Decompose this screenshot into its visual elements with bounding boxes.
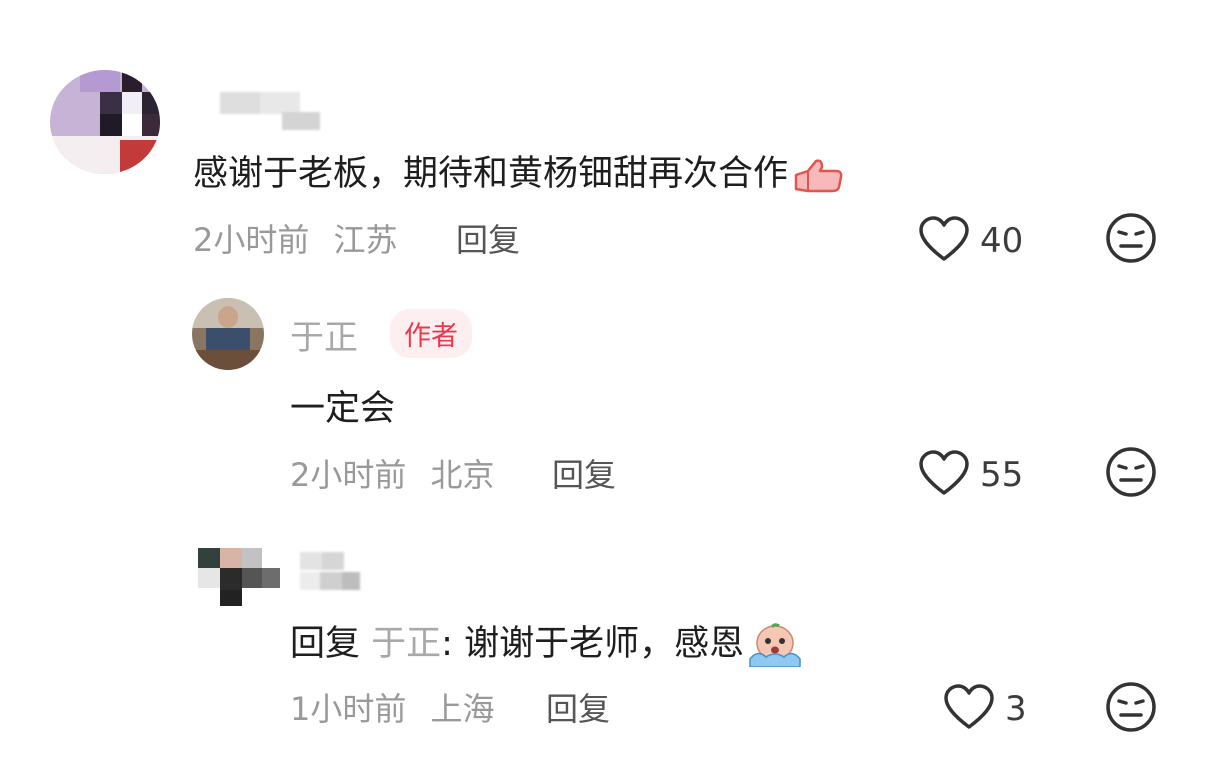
like-button[interactable]: 55 xyxy=(918,450,1023,500)
reply-button[interactable]: 回复 xyxy=(552,450,616,496)
reply-button[interactable]: 回复 xyxy=(546,684,610,730)
blurred-username[interactable] xyxy=(300,552,380,592)
author-badge: 作者 xyxy=(390,309,472,358)
comment-location: 北京 xyxy=(430,456,495,494)
heart-icon xyxy=(918,216,970,266)
like-count: 55 xyxy=(980,455,1024,495)
reply-prefix: 回复 xyxy=(290,624,361,664)
crying-face-icon xyxy=(748,623,802,668)
reply-text: 谢谢于老师，感恩 xyxy=(452,624,745,664)
reply-colon: : xyxy=(441,624,453,664)
author-username[interactable]: 于正 xyxy=(290,310,358,359)
dislike-icon[interactable] xyxy=(1105,446,1157,502)
reply-to-username[interactable]: 于正 xyxy=(371,624,441,664)
author-avatar[interactable] xyxy=(192,298,264,370)
reply-button[interactable]: 回复 xyxy=(456,215,520,261)
heart-icon xyxy=(918,450,970,500)
comment-time: 2小时前 xyxy=(193,221,310,259)
commenter-avatar[interactable] xyxy=(50,70,160,174)
blurred-username[interactable] xyxy=(220,92,320,130)
comment-meta: 1小时前 上海 xyxy=(290,684,495,730)
comment-text: 感谢于老板，期待和黄杨钿甜再次合作 xyxy=(193,145,844,196)
like-count: 3 xyxy=(1005,689,1027,729)
comment-time: 1小时前 xyxy=(290,690,407,728)
dislike-icon[interactable] xyxy=(1105,681,1157,737)
comment-time: 2小时前 xyxy=(290,456,407,494)
comment-text: 回复 于正: 谢谢于老师，感恩 xyxy=(290,615,802,668)
like-button[interactable]: 40 xyxy=(918,216,1023,266)
replier-avatar[interactable] xyxy=(198,548,280,608)
heart-icon xyxy=(943,684,995,734)
comment-text: 一定会 xyxy=(290,389,396,429)
like-button[interactable]: 3 xyxy=(943,684,1027,734)
thumbs-up-icon xyxy=(792,157,844,193)
comment-meta: 2小时前 北京 xyxy=(290,450,495,496)
comment-meta: 2小时前 江苏 xyxy=(193,215,398,261)
dislike-icon[interactable] xyxy=(1105,212,1157,268)
like-count: 40 xyxy=(980,221,1024,261)
comment-location: 江苏 xyxy=(333,221,398,259)
comment-location: 上海 xyxy=(430,690,495,728)
